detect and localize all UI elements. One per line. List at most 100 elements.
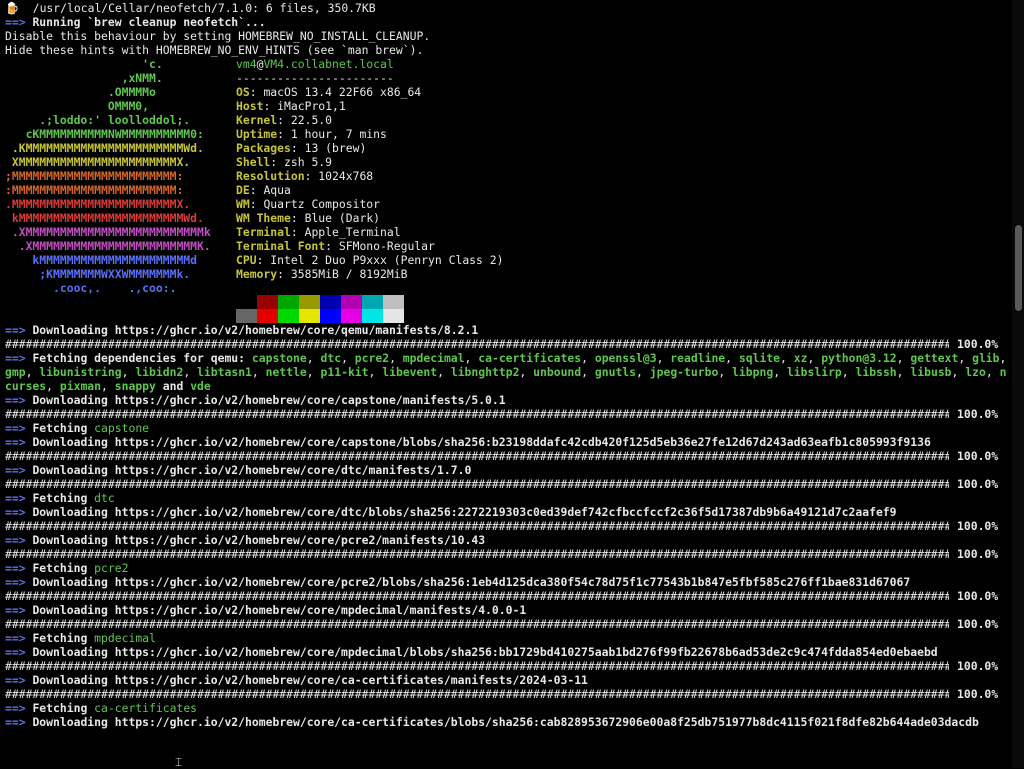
color-swatch — [341, 295, 362, 309]
info-key: Terminal Font — [236, 239, 326, 253]
arrow-prompt: ==> — [5, 701, 26, 715]
progress-hashes: ########################################… — [5, 687, 949, 701]
dependency-name: pixman — [59, 379, 102, 393]
dependency-name: unbound — [533, 365, 582, 379]
info-fields: OS: macOS 13.4 22F66 x86_64 Host: iMacPro… — [236, 85, 503, 281]
arrow-prompt: ==> — [5, 435, 26, 449]
color-swatch — [383, 309, 404, 323]
dependency-name: snappy — [114, 379, 156, 393]
info-value: 13 (brew) — [304, 141, 367, 155]
dependency-name: libusb — [910, 365, 952, 379]
package-name: dtc — [94, 491, 115, 505]
progress-bar-line: ########################################… — [5, 519, 1012, 533]
arrow-prompt: ==> — [5, 421, 26, 435]
download-text: Downloading https://ghcr.io/v2/homebrew/… — [32, 603, 527, 617]
dependency-name: glib — [972, 351, 1000, 365]
download-line: ==> Downloading https://ghcr.io/v2/homeb… — [5, 645, 1012, 659]
color-swatch — [257, 295, 278, 309]
info-key: OS — [236, 85, 250, 99]
logo-line: cKMMMMMMMMMMNWMMMMMMMMMM0: — [5, 127, 204, 141]
info-field: CPU: Intel 2 Duo P9xxx (Penryn Class 2) — [236, 253, 504, 267]
package-name: pcre2 — [94, 561, 129, 575]
palette-row-bright — [236, 309, 404, 323]
info-key: DE — [236, 183, 250, 197]
info-key: WM — [236, 197, 250, 211]
info-key: Resolution — [236, 169, 305, 183]
fetching-label: Fetching — [32, 561, 95, 575]
dependency-name: libslirp — [786, 365, 842, 379]
terminal-window[interactable]: 🍺 /usr/local/Cellar/neofetch/7.1.0: 6 fi… — [0, 0, 1012, 768]
info-field: Packages: 13 (brew) — [236, 141, 367, 155]
info-value: Blue (Dark) — [304, 211, 381, 225]
dependency-name: xz — [793, 351, 808, 365]
dependency-name: capstone — [251, 351, 307, 365]
progress-percent: 100.0% — [957, 449, 999, 463]
progress-hashes: ########################################… — [5, 589, 949, 603]
info-value: Apple_Terminal — [304, 225, 401, 239]
progress-bar-line: ########################################… — [5, 589, 1012, 603]
dependency-name: gnutls — [594, 365, 637, 379]
progress-hashes: ########################################… — [5, 547, 949, 561]
download-line: ==> Downloading https://ghcr.io/v2/homeb… — [5, 603, 1012, 617]
arrow-prompt: ==> — [5, 463, 26, 477]
info-value: 3585MiB / 8192MiB — [290, 267, 408, 281]
hint-line: Hide these hints with HOMEBREW_NO_ENV_HI… — [5, 43, 424, 57]
progress-bar-line: ########################################… — [5, 547, 1012, 561]
dependency-name: vde — [190, 379, 211, 393]
info-field: OS: macOS 13.4 22F66 x86_64 — [236, 85, 422, 99]
download-text: Downloading https://ghcr.io/v2/homebrew/… — [32, 645, 938, 659]
progress-bar-line: ########################################… — [5, 449, 1012, 463]
package-name: capstone — [94, 421, 150, 435]
logo-line: .;loddo:' loolloddol;. — [5, 113, 191, 127]
dependency-name: sqlite — [738, 351, 781, 365]
brew-install-log: ==> Downloading https://ghcr.io/v2/homeb… — [5, 323, 1012, 729]
dependency-name: libnghttp2 — [450, 365, 520, 379]
vertical-scrollbar[interactable] — [1012, 0, 1024, 768]
dependency-name: pcre2 — [354, 351, 390, 365]
color-swatch — [383, 295, 404, 309]
info-field: Kernel: 22.5.0 — [236, 113, 333, 127]
info-value: SFMono-Regular — [338, 239, 435, 253]
mouse-cursor-icon: ⌶ — [175, 755, 183, 769]
info-key: Memory — [236, 267, 278, 281]
progress-bar-line: ########################################… — [5, 687, 1012, 701]
download-line: ==> Downloading https://ghcr.io/v2/homeb… — [5, 323, 1012, 337]
color-swatch — [299, 295, 320, 309]
logo-line: .MMMMMMMMMMMMMMMMMMMMMMMMX. — [5, 197, 191, 211]
info-field: Resolution: 1024x768 — [236, 169, 374, 183]
dependency-name: lzo — [965, 365, 986, 379]
arrow-prompt: ==> — [5, 575, 26, 589]
dependency-name: dtc — [320, 351, 342, 365]
package-name: mpdecimal — [94, 631, 156, 645]
scrollbar-thumb[interactable] — [1015, 225, 1022, 311]
download-line: ==> Downloading https://ghcr.io/v2/homeb… — [5, 533, 1012, 547]
dependency-name: nettle — [265, 365, 307, 379]
download-line: ==> Downloading https://ghcr.io/v2/homeb… — [5, 505, 1012, 519]
fetching-label: Fetching — [32, 631, 95, 645]
info-field: Shell: zsh 5.9 — [236, 155, 333, 169]
download-line: ==> Downloading https://ghcr.io/v2/homeb… — [5, 715, 1012, 729]
logo-line: .cooc,. .,coo:. — [5, 281, 177, 295]
info-value: 22.5.0 — [290, 113, 333, 127]
info-value: macOS 13.4 22F66 x86_64 — [263, 85, 422, 99]
info-value: Intel 2 Duo P9xxx (Penryn Class 2) — [270, 253, 504, 267]
separator: ----------------------- — [236, 71, 394, 85]
logo-line: .KMMMMMMMMMMMMMMMMMMMMMMMWd. — [5, 141, 204, 155]
download-text: Downloading https://ghcr.io/v2/homebrew/… — [32, 575, 911, 589]
logo-line: :MMMMMMMMMMMMMMMMMMMMMMMM: — [5, 183, 184, 197]
info-value: Aqua — [263, 183, 291, 197]
info-key: CPU — [236, 253, 257, 267]
palette-row-normal — [236, 295, 404, 309]
logo-line: .XMMMMMMMMMMMMMMMMMMMMMMMMK. — [5, 239, 211, 253]
arrow-prompt: ==> — [5, 351, 26, 365]
dependency-name: mpdecimal — [402, 351, 465, 365]
logo-line: ;KMMMMMMMWXXWMMMMMMMk. — [5, 267, 191, 281]
download-text: Downloading https://ghcr.io/v2/homebrew/… — [32, 673, 588, 687]
arrow-prompt: ==> — [5, 393, 26, 407]
info-value: iMacPro1,1 — [277, 99, 346, 113]
info-field: Host: iMacPro1,1 — [236, 99, 346, 113]
color-swatch — [362, 309, 383, 323]
arrow-prompt: ==> — [5, 645, 26, 659]
arrow-prompt: ==> — [5, 15, 26, 29]
logo-line: .OMMMMo — [5, 85, 156, 99]
